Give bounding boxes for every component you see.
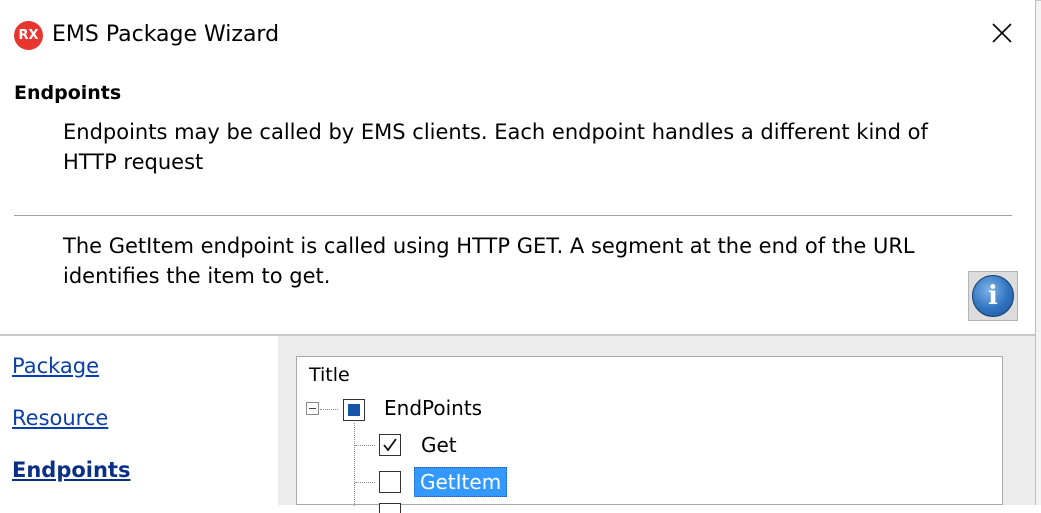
nav-item-endpoints[interactable]: Endpoints — [12, 458, 130, 482]
header-separator — [14, 215, 1012, 217]
getitem-checkbox[interactable] — [379, 471, 401, 493]
info-icon: i — [972, 275, 1014, 317]
info-button[interactable]: i — [968, 271, 1018, 321]
title-bar: RX EMS Package Wizard — [0, 0, 1035, 70]
tree-column-header: Title — [309, 364, 350, 386]
content-panel: Title EndPoints Get GetItem — [278, 336, 1035, 513]
page-description: Endpoints may be called by EMS clients. … — [63, 120, 928, 174]
tree-connector — [355, 445, 375, 446]
tree-node-getitem[interactable]: GetItem — [414, 467, 508, 497]
checkmark-icon — [383, 438, 397, 452]
tree-connector — [355, 482, 375, 483]
nav-item-resource[interactable]: Resource — [12, 406, 108, 430]
nav-item-package[interactable]: Package — [12, 354, 99, 378]
endpoints-root-checkbox[interactable] — [343, 399, 365, 421]
endpoints-tree[interactable]: Title EndPoints Get GetItem — [296, 356, 1003, 513]
background-edge — [1036, 0, 1041, 1]
wizard-navigation: Package Resource Endpoints — [0, 336, 278, 505]
background-desktop — [1036, 0, 1041, 505]
page-hint: The GetItem endpoint is called using HTT… — [63, 234, 915, 288]
window-title: EMS Package Wizard — [52, 22, 280, 47]
close-button[interactable] — [985, 16, 1019, 50]
tree-connector — [320, 409, 338, 410]
wizard-header: Endpoints Endpoints may be called by EMS… — [0, 70, 1035, 334]
page-title: Endpoints — [14, 82, 122, 104]
tree-connector — [354, 423, 355, 506]
get-checkbox[interactable] — [379, 434, 401, 456]
tree-node-get[interactable]: Get — [415, 430, 463, 460]
close-icon — [992, 23, 1012, 43]
collapse-toggle-icon[interactable] — [306, 402, 319, 415]
tree-node-endpoints[interactable]: EndPoints — [378, 393, 488, 423]
app-logo-icon: RX — [14, 21, 43, 50]
wizard-window: RX EMS Package Wizard Endpoints Endpoint… — [0, 0, 1036, 513]
